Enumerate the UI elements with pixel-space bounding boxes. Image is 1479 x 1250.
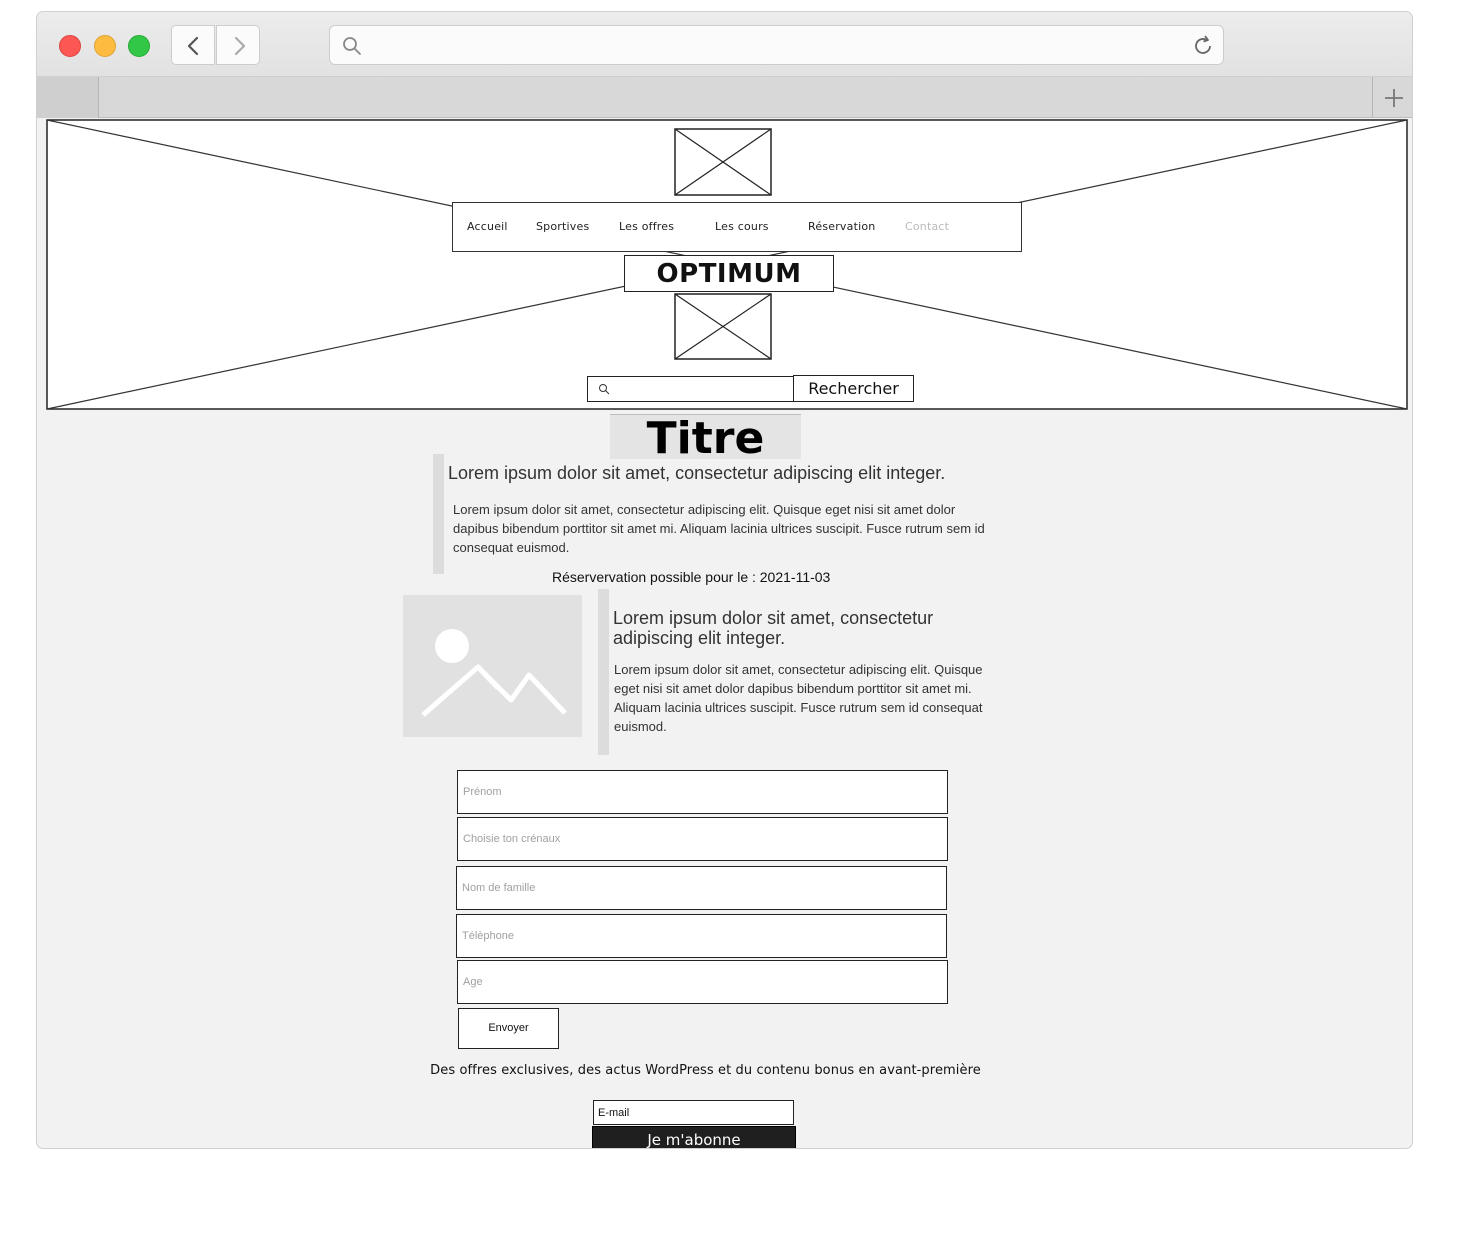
image-placeholder	[403, 595, 582, 737]
block2-heading: Lorem ipsum dolor sit amet, consectetur …	[613, 608, 934, 648]
nav-item-offres[interactable]: Les offres	[619, 220, 674, 233]
chevron-right-icon	[234, 36, 246, 56]
back-button[interactable]	[171, 25, 215, 65]
email-field[interactable]	[593, 1100, 794, 1125]
search-input[interactable]	[587, 376, 794, 402]
brand-logo[interactable]: OPTIMUM	[624, 255, 834, 292]
search-icon	[599, 384, 610, 395]
block1-body: Lorem ipsum dolor sit amet, consectetur …	[453, 502, 985, 555]
phone-field[interactable]	[456, 914, 947, 958]
age-field[interactable]	[457, 960, 948, 1004]
slot-field[interactable]	[457, 817, 948, 861]
subscribe-button[interactable]: Je m'abonne	[592, 1126, 796, 1148]
block2-body: Lorem ipsum dolor sit amet, consectetur …	[614, 662, 983, 734]
search-icon	[343, 37, 361, 55]
nav-item-cours[interactable]: Les cours	[715, 220, 769, 233]
new-tab-button[interactable]	[1372, 77, 1412, 118]
nav-item-reservation[interactable]: Réservation	[808, 220, 875, 233]
address-bar[interactable]	[329, 25, 1224, 65]
block1-heading: Lorem ipsum dolor sit amet, consectetur …	[448, 463, 946, 483]
page-title: Titre	[646, 413, 765, 464]
browser-window: Accueil Sportives Les offres Les cours R…	[36, 11, 1413, 1149]
forward-button[interactable]	[216, 25, 260, 65]
firstname-field[interactable]	[457, 770, 948, 814]
lastname-field[interactable]	[456, 866, 947, 910]
tab-bar	[37, 77, 1412, 118]
nav-item-sportives[interactable]: Sportives	[536, 220, 589, 233]
chevron-left-icon	[187, 36, 199, 56]
reservation-date-text: Réservervation possible pour le : 2021-1…	[552, 569, 831, 585]
nav-item-contact[interactable]: Contact	[905, 220, 949, 233]
image-icon	[421, 629, 567, 717]
page-viewport: Accueil Sportives Les offres Les cours R…	[37, 118, 1412, 1148]
newsletter-text: Des offres exclusives, des actus WordPre…	[430, 1063, 981, 1078]
reload-icon[interactable]	[1191, 34, 1215, 58]
quote-bar	[598, 589, 609, 755]
search-button[interactable]: Rechercher	[793, 375, 914, 402]
tab[interactable]	[37, 77, 99, 118]
close-window-button[interactable]	[59, 35, 81, 57]
maximize-window-button[interactable]	[128, 35, 150, 57]
minimize-window-button[interactable]	[94, 35, 116, 57]
plus-icon	[1385, 89, 1403, 107]
submit-button[interactable]: Envoyer	[458, 1008, 559, 1049]
main-navigation: Accueil Sportives Les offres Les cours R…	[452, 202, 1022, 252]
nav-item-accueil[interactable]: Accueil	[467, 220, 508, 233]
quote-bar	[433, 454, 444, 574]
browser-titlebar	[37, 12, 1412, 77]
